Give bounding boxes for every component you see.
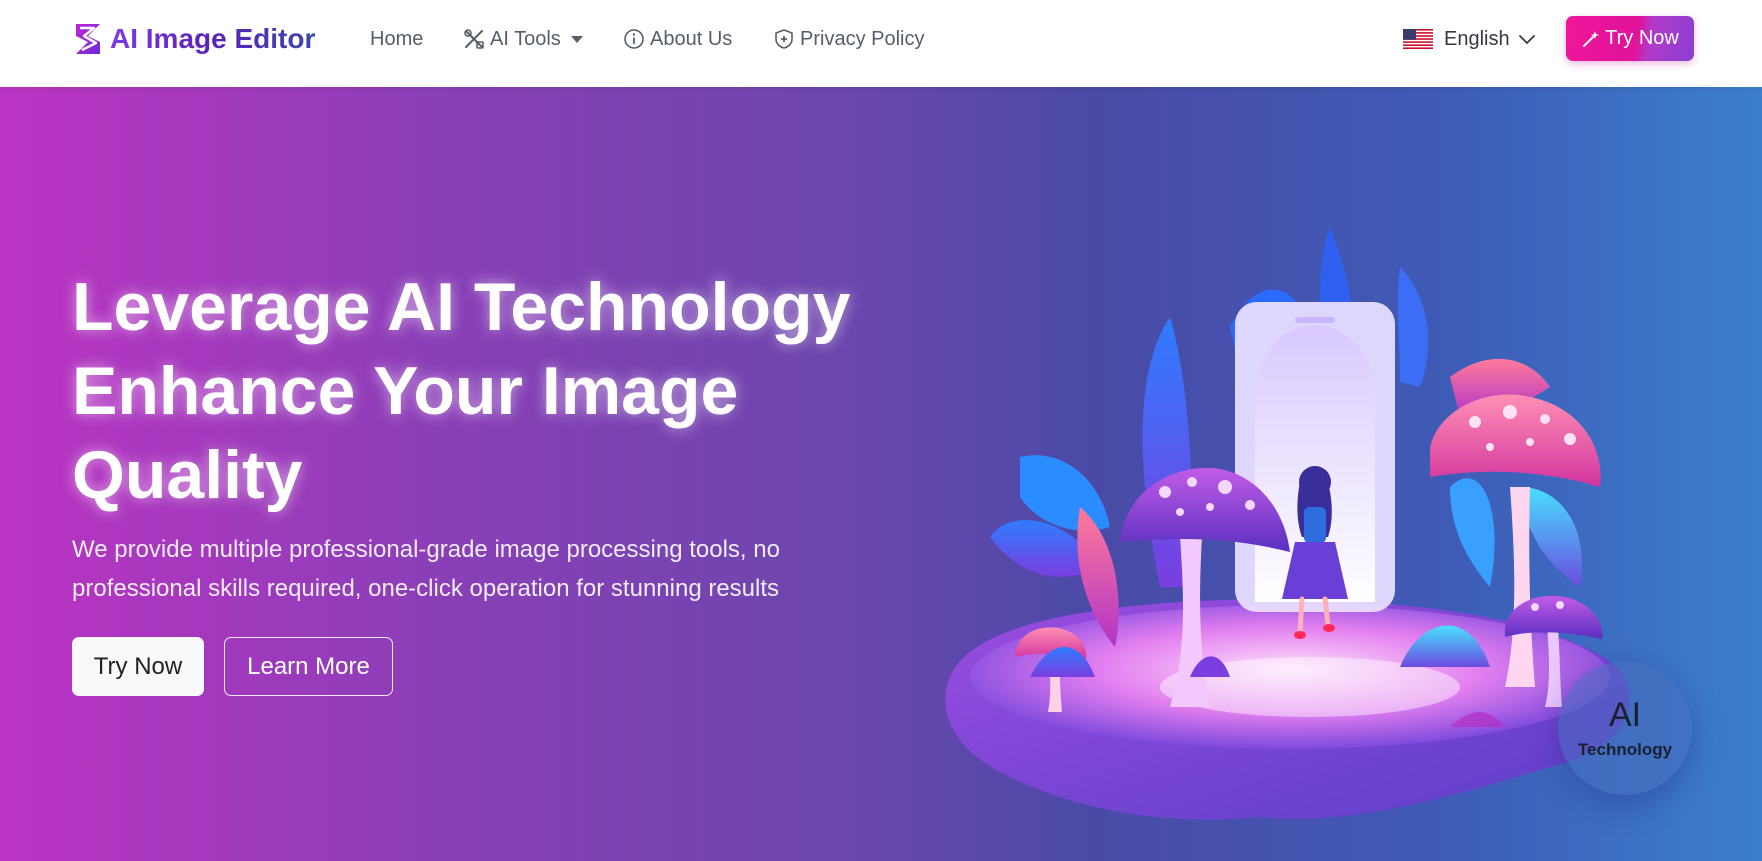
brand-logo-icon: [76, 24, 100, 54]
nav-about-us[interactable]: About Us: [623, 25, 732, 53]
hero-title-line: Leverage AI Technology: [72, 269, 851, 345]
hero-subtitle: We provide multiple professional-grade i…: [72, 536, 780, 602]
caret-down-icon: [570, 35, 583, 43]
nav-privacy-label: Privacy Policy: [800, 27, 925, 50]
brand-link[interactable]: AI Image Editor: [72, 20, 315, 58]
nav-try-now-label: Try Now: [1605, 27, 1679, 49]
us-flag-icon: [1403, 29, 1433, 49]
nav-try-now-button[interactable]: Try Now: [1566, 16, 1694, 61]
info-circle-icon: [624, 29, 644, 49]
ai-technology-badge: AI Technology: [1558, 661, 1692, 795]
hero-title-line: Quality: [72, 437, 303, 513]
hero-title: Leverage AI Technology Enhance Your Imag…: [72, 265, 932, 517]
hero-section: Leverage AI Technology Enhance Your Imag…: [0, 87, 1762, 861]
mushroom-island-illustration: [945, 227, 1630, 820]
language-selector[interactable]: English: [1403, 24, 1536, 54]
badge-title: AI: [1608, 696, 1642, 734]
top-navbar: AI Image Editor Home AI Tools About Us P…: [0, 0, 1762, 87]
hero-title-line: Enhance Your Image: [72, 353, 739, 429]
hero-try-now-button[interactable]: Try Now: [72, 637, 204, 696]
brand-name: AI Image Editor: [110, 23, 316, 54]
magic-wand-icon: [1583, 30, 1600, 47]
nav-privacy-policy[interactable]: Privacy Policy: [773, 25, 924, 53]
tools-icon: [464, 29, 484, 49]
nav-home[interactable]: Home: [370, 25, 423, 53]
badge-subtitle: Technology: [1577, 740, 1673, 759]
nav-about-label: About Us: [650, 27, 733, 50]
language-label: English: [1444, 27, 1510, 50]
hero-learn-more-button[interactable]: Learn More: [224, 637, 393, 696]
nav-home-label: Home: [370, 27, 424, 50]
chevron-down-icon: [1518, 35, 1535, 45]
nav-ai-tools-label: AI Tools: [490, 27, 561, 50]
nav-ai-tools-dropdown[interactable]: AI Tools: [463, 25, 583, 53]
shield-icon: [775, 29, 793, 49]
